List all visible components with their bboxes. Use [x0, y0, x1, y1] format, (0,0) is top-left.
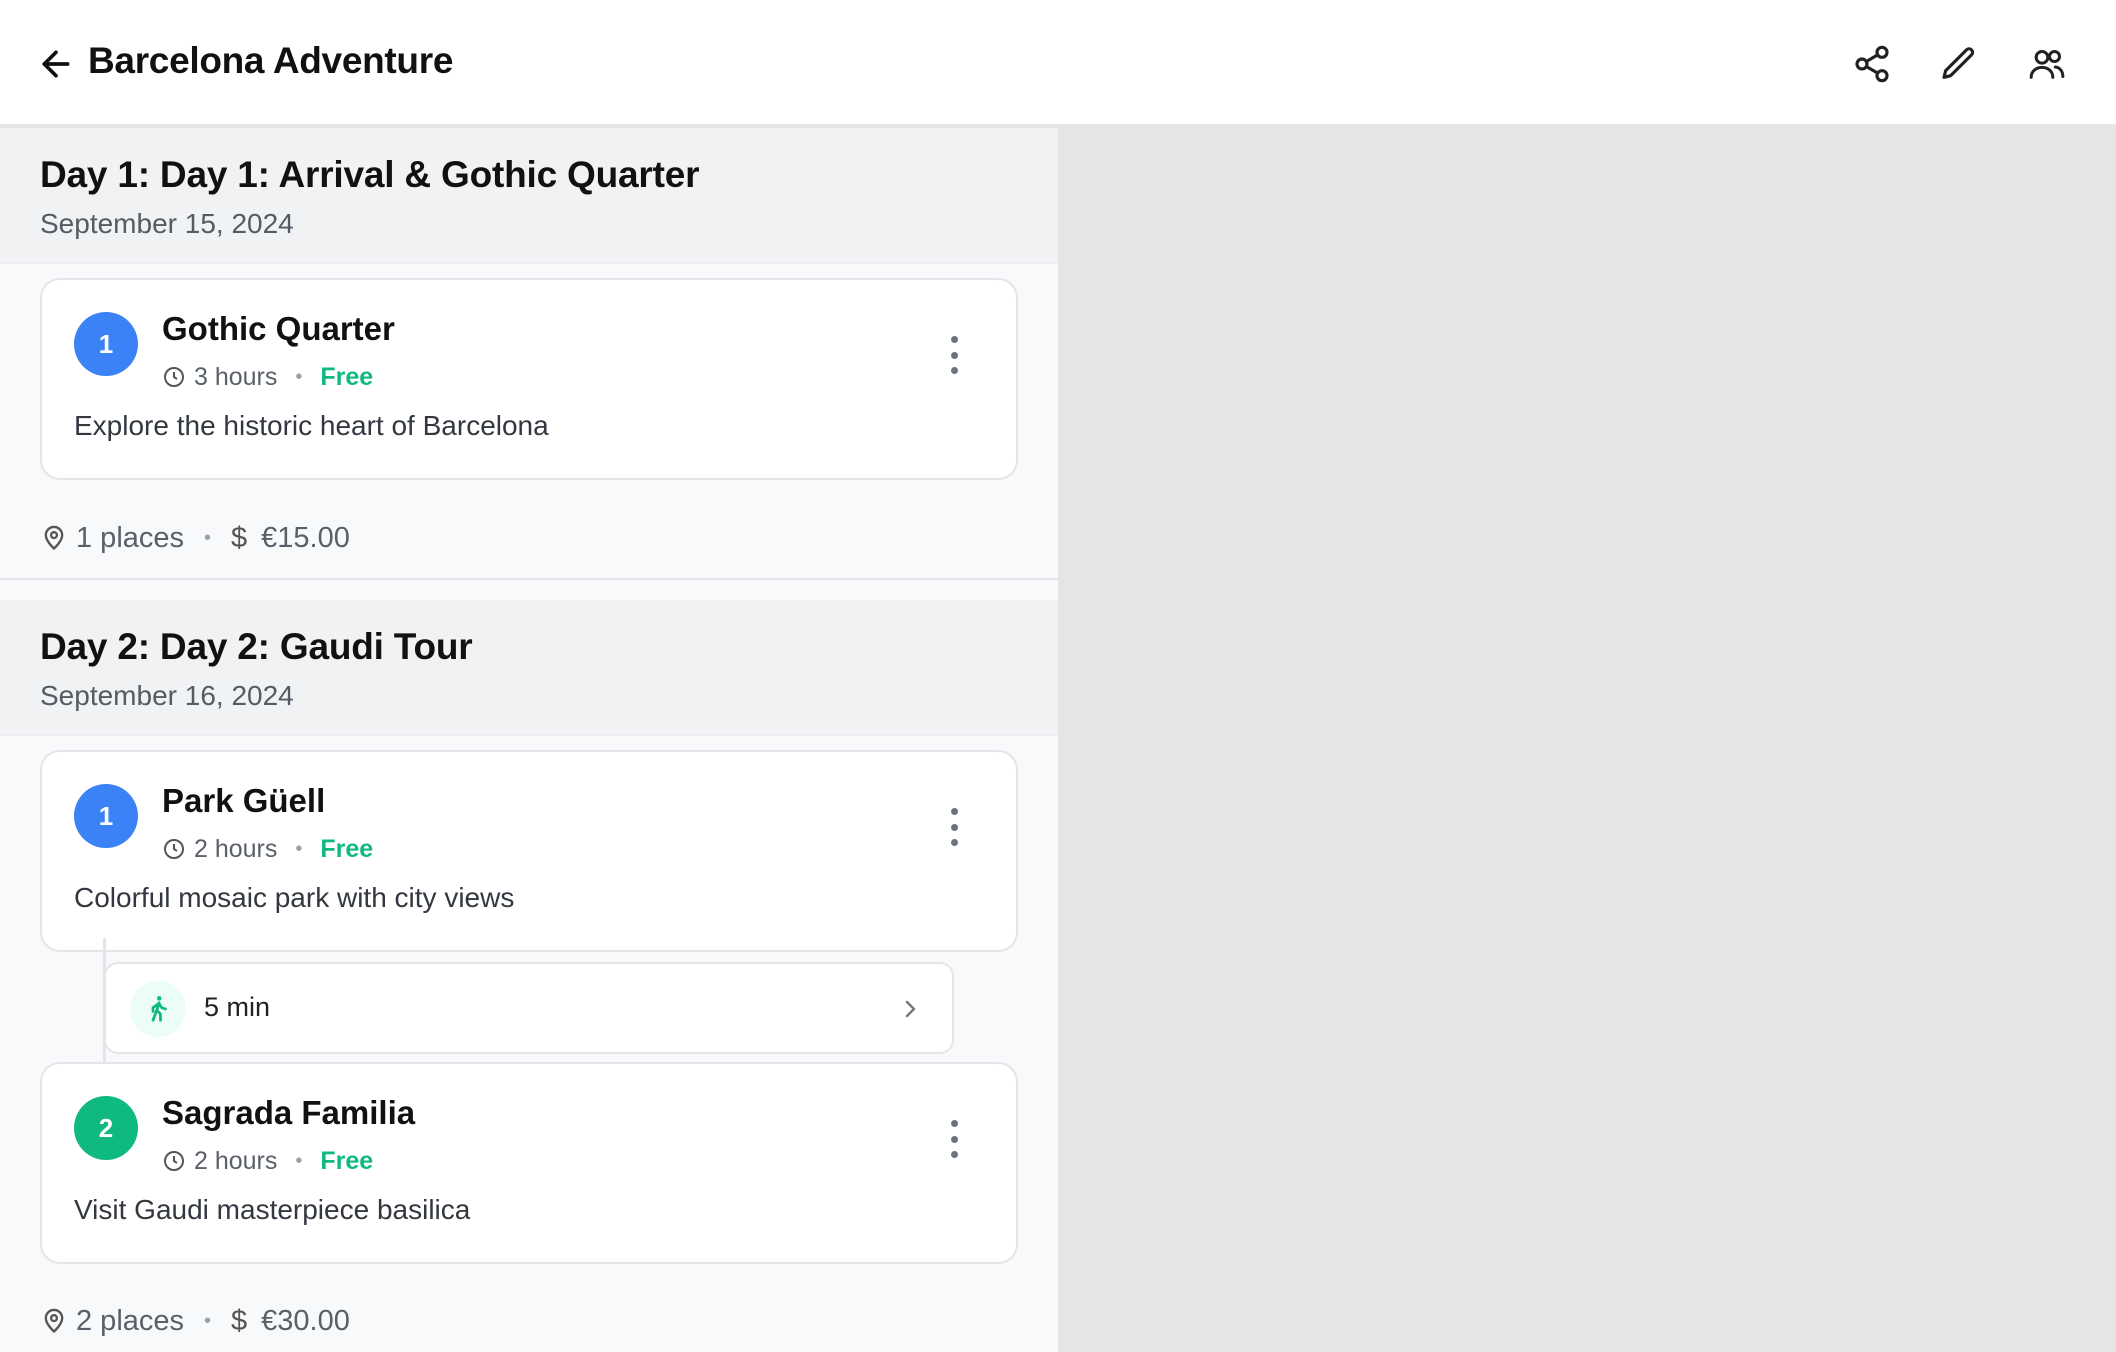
- place-price: Free: [320, 362, 374, 391]
- place-description: Colorful mosaic park with city views: [74, 882, 515, 913]
- day-cost: €15.00: [261, 521, 350, 554]
- day-title: Day 1: Day 1: Arrival & Gothic Quarter: [40, 154, 700, 195]
- separator-dot: •: [204, 1309, 212, 1332]
- place-meta: 2 hours • Free: [162, 1144, 373, 1178]
- itinerary-panel: Day 1: Day 1: Arrival & Gothic Quarter S…: [0, 128, 1058, 1352]
- trip-title: Barcelona Adventure: [88, 40, 454, 81]
- dollar-icon: $: [231, 1304, 248, 1337]
- more-options-icon[interactable]: [942, 802, 966, 852]
- place-card[interactable]: 1 Park Güell 2 hours • Free Colorful mos…: [40, 750, 1018, 952]
- share-icon[interactable]: [1846, 38, 1898, 90]
- more-options-icon[interactable]: [942, 330, 966, 380]
- day-header[interactable]: Day 1: Day 1: Arrival & Gothic Quarter S…: [0, 128, 1058, 264]
- walking-icon: [130, 981, 186, 1037]
- day-summary: 2 places • $ €30.00: [40, 1301, 350, 1341]
- day-divider: [0, 578, 1058, 580]
- day-date: September 15, 2024: [40, 208, 294, 239]
- place-name: Gothic Quarter: [162, 310, 395, 347]
- separator-dot: •: [295, 1149, 303, 1172]
- place-price: Free: [320, 1146, 374, 1175]
- clock-icon: [164, 367, 184, 387]
- dollar-icon: $: [231, 521, 248, 554]
- location-pin-icon: [44, 1308, 64, 1334]
- place-price: Free: [320, 834, 374, 863]
- more-options-icon[interactable]: [942, 1114, 966, 1164]
- collaborators-icon[interactable]: [2021, 38, 2073, 90]
- day-cost: €30.00: [261, 1304, 350, 1337]
- place-number-badge: 1: [74, 312, 138, 376]
- place-description: Visit Gaudi masterpiece basilica: [74, 1194, 471, 1225]
- place-card[interactable]: 1 Gothic Quarter 3 hours • Free Explore …: [40, 278, 1018, 480]
- day-header[interactable]: Day 2: Day 2: Gaudi Tour September 16, 2…: [0, 600, 1058, 736]
- day-date: September 16, 2024: [40, 680, 294, 711]
- day-summary: 1 places • $ €15.00: [40, 518, 350, 558]
- travel-segment[interactable]: 5 min: [104, 962, 954, 1054]
- place-meta: 2 hours • Free: [162, 832, 373, 866]
- place-name: Sagrada Familia: [162, 1094, 416, 1131]
- place-description: Explore the historic heart of Barcelona: [74, 410, 549, 441]
- clock-icon: [164, 1151, 184, 1171]
- map-view[interactable]: [1058, 128, 2116, 1352]
- place-number-badge: 1: [74, 784, 138, 848]
- places-count: 1 places: [76, 521, 185, 554]
- place-duration: 3 hours: [194, 362, 278, 391]
- location-pin-icon: [44, 525, 64, 551]
- edit-pencil-icon[interactable]: [1933, 38, 1985, 90]
- place-duration: 2 hours: [194, 834, 278, 863]
- day-title: Day 2: Day 2: Gaudi Tour: [40, 626, 473, 667]
- travel-time: 5 min: [204, 992, 271, 1022]
- back-arrow-icon[interactable]: [34, 42, 78, 86]
- chevron-right-icon: [905, 1000, 916, 1018]
- separator-dot: •: [204, 526, 212, 549]
- place-name: Park Güell: [162, 782, 326, 819]
- place-number-badge: 2: [74, 1096, 138, 1160]
- separator-dot: •: [295, 837, 303, 860]
- place-meta: 3 hours • Free: [162, 360, 373, 394]
- clock-icon: [164, 839, 184, 859]
- separator-dot: •: [295, 365, 303, 388]
- top-app-bar: Barcelona Adventure: [0, 0, 2116, 126]
- place-card[interactable]: 2 Sagrada Familia 2 hours • Free Visit G…: [40, 1062, 1018, 1264]
- place-duration: 2 hours: [194, 1146, 278, 1175]
- places-count: 2 places: [76, 1304, 185, 1337]
